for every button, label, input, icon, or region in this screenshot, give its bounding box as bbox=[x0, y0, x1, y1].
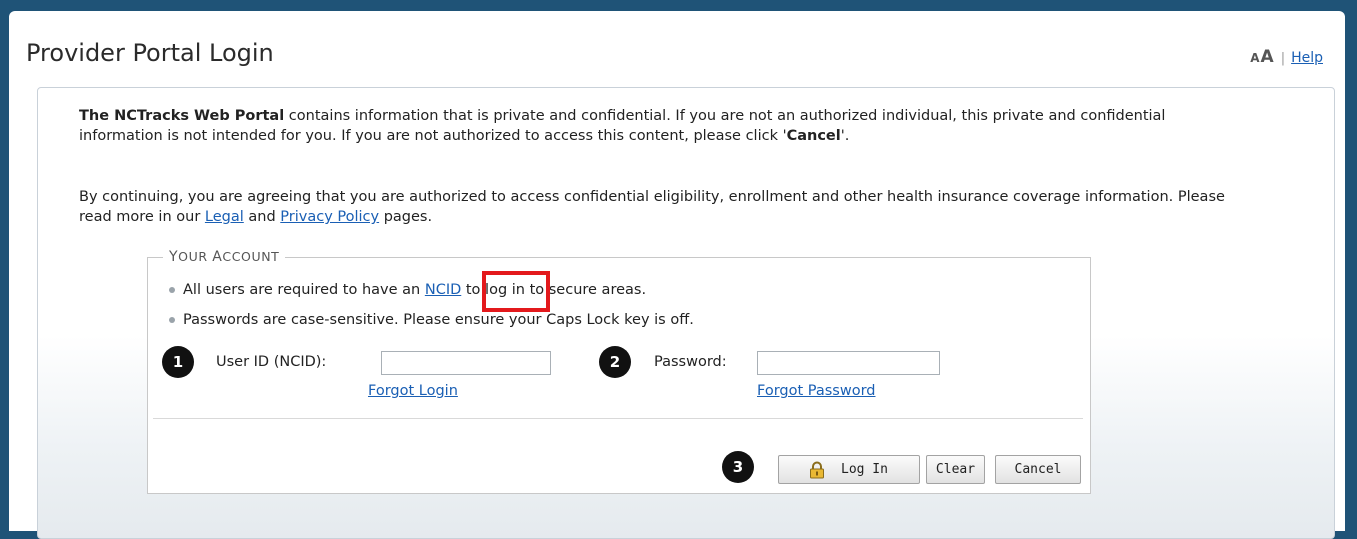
legal-link[interactable]: Legal bbox=[205, 209, 244, 225]
cancel-button[interactable]: Cancel bbox=[995, 455, 1081, 484]
privacy-policy-link[interactable]: Privacy Policy bbox=[280, 209, 379, 225]
text-size-large-button[interactable]: A bbox=[1261, 47, 1274, 67]
login-button-label: Log In bbox=[841, 462, 888, 477]
bullet-text: Passwords are case-sensitive. Please ens… bbox=[183, 312, 694, 328]
tools-separator: | bbox=[1280, 51, 1286, 66]
header-tools: A A | Help bbox=[1250, 47, 1323, 67]
lock-icon bbox=[809, 461, 825, 479]
bullet-text: All users are required to have an NCID t… bbox=[183, 282, 647, 298]
clear-button[interactable]: Clear bbox=[926, 455, 985, 484]
login-button[interactable]: Log In bbox=[778, 455, 920, 484]
page-title: Provider Portal Login bbox=[26, 39, 274, 67]
user-id-input[interactable] bbox=[381, 351, 551, 375]
forgot-password-link[interactable]: Forgot Password bbox=[757, 383, 876, 399]
list-item: Passwords are case-sensitive. Please ens… bbox=[169, 312, 694, 328]
notice-text-end: '. bbox=[840, 128, 850, 144]
section-legend: YOUR ACCOUNT bbox=[163, 249, 286, 265]
forgot-login-link[interactable]: Forgot Login bbox=[368, 383, 458, 399]
step-marker-1: 1 bbox=[162, 346, 194, 378]
authorization-text-end: pages. bbox=[379, 209, 433, 225]
authorization-notice: By continuing, you are agreeing that you… bbox=[79, 187, 1249, 227]
notice-portal-name: The NCTracks Web Portal bbox=[79, 108, 285, 124]
ncid-link[interactable]: NCID bbox=[425, 282, 461, 298]
help-link[interactable]: Help bbox=[1291, 50, 1323, 66]
step-marker-2: 2 bbox=[599, 346, 631, 378]
and-text: and bbox=[243, 209, 281, 225]
bullet-icon bbox=[169, 317, 175, 323]
bullet-icon bbox=[169, 287, 175, 293]
user-id-label: User ID (NCID): bbox=[216, 354, 327, 370]
text-size-small-button[interactable]: A bbox=[1250, 51, 1259, 65]
step-marker-3: 3 bbox=[722, 451, 754, 483]
confidentiality-notice: The NCTracks Web Portal contains informa… bbox=[79, 106, 1249, 146]
list-item: All users are required to have an NCID t… bbox=[169, 282, 646, 298]
password-label: Password: bbox=[654, 354, 727, 370]
notice-cancel-word: Cancel bbox=[786, 128, 841, 144]
section-divider bbox=[153, 418, 1083, 419]
password-input[interactable] bbox=[757, 351, 940, 375]
